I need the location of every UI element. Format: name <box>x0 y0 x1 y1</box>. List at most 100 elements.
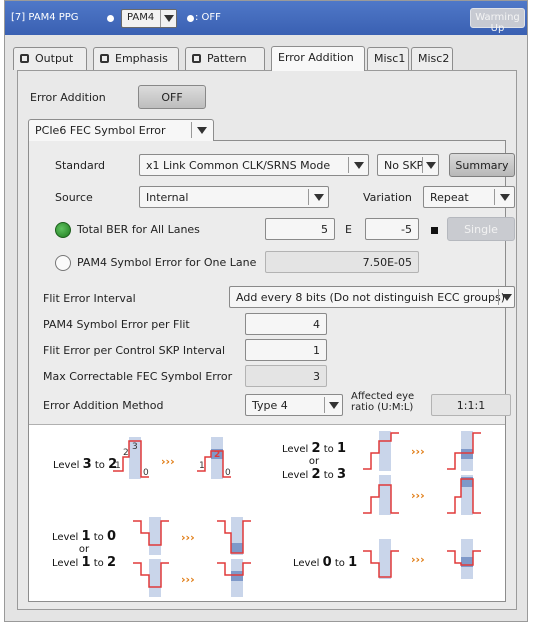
flit-interval-value: Add every 8 bits (Do not distinguish ECC… <box>236 291 506 304</box>
mode-select-arrow[interactable] <box>160 10 176 27</box>
ber-mantissa-input[interactable]: 5 <box>265 218 335 240</box>
flit-interval-label: Flit Error Interval <box>43 292 136 305</box>
arrow-icon: ››› <box>181 531 195 544</box>
level-2-to-1-waveform: ››› <box>363 431 481 471</box>
error-highlight <box>461 449 473 459</box>
mode-select[interactable]: PAM4 <box>121 9 177 28</box>
level-1-or-line: or <box>78 544 90 555</box>
skp-select[interactable]: No SKP <box>377 154 439 176</box>
arrow-icon: ››› <box>411 553 425 566</box>
symbol-label: 2 <box>214 450 220 460</box>
max-fec-label: Max Correctable FEC Symbol Error <box>43 370 233 383</box>
eye-ratio-value: 1:1:1 <box>431 394 511 416</box>
mode-select-value: PAM4 <box>127 12 155 23</box>
single-indicator-icon <box>431 227 438 234</box>
arrow-icon: ››› <box>411 445 425 458</box>
pam4-per-flit-label: PAM4 Symbol Error per Flit <box>43 318 190 331</box>
method-divider <box>324 397 325 413</box>
level-1-to-0-waveform: ››› <box>133 517 251 555</box>
level-2-or-line: or <box>308 456 320 467</box>
error-column <box>149 559 161 597</box>
flit-per-skp-input[interactable]: 1 <box>245 339 327 361</box>
symbol-label: 1 <box>115 461 121 471</box>
symbol-label: 0 <box>143 468 149 478</box>
ber-exponent-input[interactable]: -5 <box>365 218 419 240</box>
flit-interval-divider <box>498 289 499 305</box>
tab-misc1[interactable]: Misc1 <box>367 47 409 70</box>
tab-pattern[interactable]: Pattern <box>185 47 265 70</box>
error-column <box>379 431 391 471</box>
chevron-down-icon <box>426 162 436 169</box>
total-ber-label: Total BER for All Lanes <box>77 223 200 236</box>
chevron-down-icon <box>354 162 364 169</box>
error-addition-label: Error Addition <box>30 91 106 104</box>
pam4-symbol-label: PAM4 Symbol Error for One Lane <box>77 256 257 269</box>
pattern-icon <box>192 54 201 63</box>
skp-value: No SKP <box>384 159 424 172</box>
channel-label: [7] PAM4 PPG <box>11 12 79 23</box>
warming-up-button[interactable]: Warming Up <box>470 8 525 34</box>
error-type-select[interactable]: PCIe6 FEC Symbol Error <box>28 119 214 141</box>
arrow-icon: ››› <box>411 489 425 502</box>
output-status: : OFF <box>195 12 221 23</box>
variation-label: Variation <box>363 191 412 204</box>
source-label: Source <box>55 191 93 204</box>
symbol-label: 2 <box>123 448 129 458</box>
output-icon <box>20 54 29 63</box>
tab-output[interactable]: Output <box>13 47 87 70</box>
eye-ratio-label-line2: ratio (U:M:L) <box>351 402 414 413</box>
chevron-down-icon <box>502 294 512 301</box>
tab-error-addition[interactable]: Error Addition <box>271 46 365 71</box>
single-button[interactable]: Single <box>447 217 515 241</box>
level-0-to-1-caption: Level 0 to 1 <box>293 555 358 570</box>
variation-select[interactable]: Repeat <box>423 186 515 208</box>
pam4-symbol-rate: 7.50E-05 <box>265 251 419 273</box>
emphasis-icon <box>100 54 109 63</box>
symbol-label: 1 <box>199 461 205 471</box>
error-addition-toggle[interactable]: OFF <box>138 85 206 109</box>
method-select[interactable]: Type 4 <box>245 394 343 416</box>
level-1-to-0-line: Level 1 to 0 <box>51 529 117 544</box>
error-column <box>379 475 391 515</box>
flit-interval-select[interactable]: Add every 8 bits (Do not distinguish ECC… <box>229 286 515 308</box>
title-bar: [7] PAM4 PPG PAM4 : OFF Warming Up <box>5 1 527 35</box>
tab-output-label: Output <box>35 52 74 65</box>
chevron-down-icon <box>197 127 207 134</box>
source-value: Internal <box>146 191 189 204</box>
error-type-value: PCIe6 FEC Symbol Error <box>35 124 166 137</box>
summary-button[interactable]: Summary <box>449 153 515 177</box>
pam4-symbol-radio[interactable] <box>55 255 71 271</box>
chevron-down-icon <box>164 15 174 22</box>
max-fec-value: 3 <box>245 365 327 387</box>
standard-label: Standard <box>55 159 106 172</box>
pam4-per-flit-input[interactable]: 4 <box>245 313 327 335</box>
skp-divider <box>422 157 423 173</box>
fec-settings-panel: Standard x1 Link Common CLK/SRNS Mode No… <box>28 140 515 602</box>
error-column <box>149 517 161 555</box>
source-select[interactable]: Internal <box>139 186 329 208</box>
chevron-down-icon <box>329 402 339 409</box>
method-label: Error Addition Method <box>43 399 164 412</box>
variation-divider <box>494 189 495 205</box>
total-ber-radio[interactable] <box>55 222 71 238</box>
error-highlight <box>231 571 243 581</box>
error-column <box>379 539 391 579</box>
tab-misc2-label: Misc2 <box>418 52 450 65</box>
standard-value: x1 Link Common CLK/SRNS Mode <box>146 159 331 172</box>
eye-ratio-label: Affected eye ratio (U:M:L) <box>351 391 414 413</box>
level-2-to-3-waveform: ››› <box>363 475 481 515</box>
standard-select[interactable]: x1 Link Common CLK/SRNS Mode <box>139 154 369 176</box>
level-1-to-2-waveform: ››› <box>133 559 251 597</box>
chevron-down-icon <box>314 194 324 201</box>
level-1-to-2-line: Level 1 to 2 <box>51 555 117 570</box>
tab-emphasis[interactable]: Emphasis <box>93 47 179 70</box>
symbol-label: 0 <box>225 468 231 478</box>
output-led-icon <box>187 15 194 22</box>
source-divider <box>308 189 309 205</box>
pam4-ppg-window: [7] PAM4 PPG PAM4 : OFF Warming Up Outpu… <box>4 0 528 622</box>
tab-misc1-label: Misc1 <box>374 52 406 65</box>
error-addition-panel: Error Addition OFF PCIe6 FEC Symbol Erro… <box>17 70 517 610</box>
arrow-icon: ››› <box>181 573 195 586</box>
tab-misc2[interactable]: Misc2 <box>411 47 453 70</box>
error-highlight <box>231 543 243 553</box>
